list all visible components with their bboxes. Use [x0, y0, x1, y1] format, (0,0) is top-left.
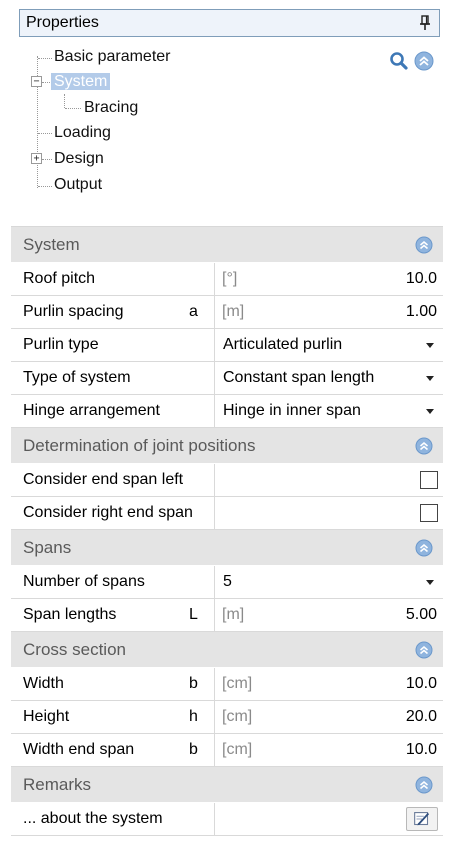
property-name: Purlin spacing: [23, 303, 124, 320]
property-row-right-end-span: Consider right end span: [11, 497, 443, 530]
tree-item-basic-parameter[interactable]: Basic parameter: [54, 45, 171, 69]
chevron-up-icon[interactable]: [415, 236, 433, 254]
tree-item-label: System: [51, 73, 111, 90]
property-symbol: b: [189, 741, 198, 758]
property-row-hinge-arrangement: Hinge arrangement Hinge in inner span: [11, 395, 443, 428]
tree-item-label: Loading: [54, 124, 111, 141]
property-row-type-of-system: Type of system Constant span length: [11, 362, 443, 395]
chevron-down-icon[interactable]: [426, 409, 434, 414]
property-row-purlin-type: Purlin type Articulated purlin: [11, 329, 443, 362]
tree-item-label: Basic parameter: [54, 48, 171, 65]
property-name: Width: [23, 675, 64, 692]
hinge-arrangement-select[interactable]: Hinge in inner span: [223, 402, 361, 420]
property-name: Consider right end span: [23, 504, 193, 521]
chevron-down-icon[interactable]: [426, 343, 434, 348]
property-name: Height: [23, 708, 70, 725]
section-title: Determination of joint positions: [23, 436, 256, 455]
right-end-span-checkbox[interactable]: [420, 504, 438, 522]
section-title: Spans: [23, 538, 72, 557]
tree-item-bracing[interactable]: Bracing: [84, 96, 138, 120]
section-title: Remarks: [23, 775, 92, 794]
property-row-width: Width b [cm] 10.0: [11, 668, 443, 701]
property-row-width-end-span: Width end span b [cm] 10.0: [11, 734, 443, 767]
width-input[interactable]: 10.0: [406, 675, 437, 693]
property-row-end-span-left: Consider end span left: [11, 464, 443, 497]
section-joint-positions-header[interactable]: Determination of joint positions: [11, 428, 443, 464]
property-name: Hinge arrangement: [23, 402, 160, 419]
property-name: Type of system: [23, 369, 131, 386]
span-lengths-input[interactable]: 5.00: [406, 606, 437, 624]
pin-icon[interactable]: [417, 13, 433, 33]
property-name: Purlin type: [23, 336, 99, 353]
property-symbol: h: [189, 708, 198, 725]
end-span-left-checkbox[interactable]: [420, 471, 438, 489]
chevron-down-icon[interactable]: [426, 376, 434, 381]
purlin-spacing-input[interactable]: 1.00: [406, 303, 437, 321]
property-symbol: a: [189, 303, 198, 320]
expand-design-toggle[interactable]: +: [31, 153, 42, 164]
edit-note-icon: [414, 812, 430, 826]
property-row-height: Height h [cm] 20.0: [11, 701, 443, 734]
property-symbol: b: [189, 675, 198, 692]
tree-item-design[interactable]: Design: [54, 147, 104, 171]
property-unit: [°]: [222, 270, 238, 287]
property-name: Roof pitch: [23, 270, 96, 287]
tree-item-label: Design: [54, 150, 104, 167]
edit-remarks-button[interactable]: [406, 807, 438, 831]
property-unit: [cm]: [222, 741, 253, 758]
property-unit: [cm]: [222, 675, 253, 692]
navigation-tree: − + Basic parameter System Bracing Loadi…: [20, 40, 320, 200]
property-row-number-of-spans: Number of spans 5: [11, 566, 443, 599]
property-name: Consider end span left: [23, 471, 184, 488]
search-icon[interactable]: [388, 50, 410, 72]
chevron-down-icon[interactable]: [426, 580, 434, 585]
tree-item-system[interactable]: System: [51, 70, 111, 94]
property-symbol: L: [189, 606, 198, 623]
chevron-up-icon[interactable]: [415, 437, 433, 455]
section-spans-header[interactable]: Spans: [11, 530, 443, 566]
property-name: Width end span: [23, 741, 135, 758]
property-grid: System Roof pitch [°] 10.0 Purlin spacin…: [11, 226, 443, 836]
collapse-all-icon[interactable]: [413, 50, 435, 72]
section-remarks-header[interactable]: Remarks: [11, 767, 443, 803]
property-unit: [m]: [222, 606, 245, 623]
roof-pitch-input[interactable]: 10.0: [406, 270, 437, 288]
property-row-roof-pitch: Roof pitch [°] 10.0: [11, 263, 443, 296]
collapse-system-toggle[interactable]: −: [31, 76, 42, 87]
section-system-header[interactable]: System: [11, 227, 443, 263]
type-of-system-select[interactable]: Constant span length: [223, 369, 374, 387]
section-title: Cross section: [23, 640, 126, 659]
property-row-purlin-spacing: Purlin spacing a [m] 1.00: [11, 296, 443, 329]
number-of-spans-select[interactable]: 5: [223, 573, 232, 591]
property-row-span-lengths: Span lengths L [m] 5.00: [11, 599, 443, 632]
tree-item-label: Bracing: [84, 99, 139, 116]
property-unit: [cm]: [222, 708, 253, 725]
tree-item-loading[interactable]: Loading: [54, 121, 111, 145]
chevron-up-icon[interactable]: [415, 776, 433, 794]
property-name: Span lengths: [23, 606, 117, 623]
panel-title: Properties: [26, 14, 99, 31]
purlin-type-select[interactable]: Articulated purlin: [223, 336, 342, 354]
property-name: Number of spans: [23, 573, 145, 590]
chevron-up-icon[interactable]: [415, 539, 433, 557]
width-end-span-input[interactable]: 10.0: [406, 741, 437, 759]
property-row-about-system: ... about the system: [11, 803, 443, 836]
section-cross-section-header[interactable]: Cross section: [11, 632, 443, 668]
section-title: System: [23, 235, 80, 254]
property-unit: [m]: [222, 303, 245, 320]
height-input[interactable]: 20.0: [406, 708, 437, 726]
tree-item-output[interactable]: Output: [54, 173, 102, 197]
tree-item-label: Output: [54, 176, 103, 193]
chevron-up-icon[interactable]: [415, 641, 433, 659]
properties-title-bar: Properties: [19, 9, 440, 37]
property-name: ... about the system: [23, 810, 163, 827]
